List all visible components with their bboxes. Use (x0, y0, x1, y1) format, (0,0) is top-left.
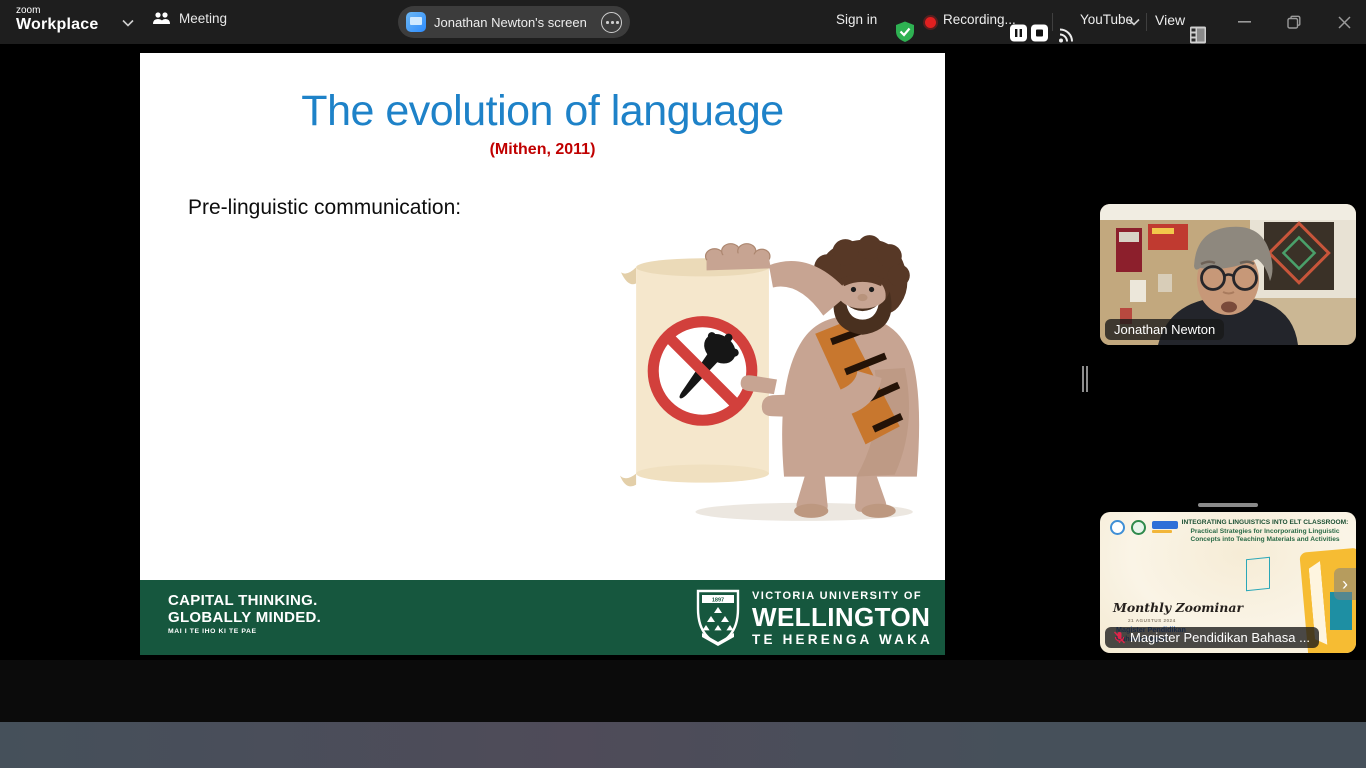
youtube-live-label[interactable]: YouTube (1080, 12, 1133, 56)
shared-screen-icon (406, 12, 426, 32)
poster-participant-name: Magister Pendidikan Bahasa ... (1130, 630, 1310, 645)
poster-script-title: Monthly Zoominar (1113, 600, 1243, 615)
poster-frame-shape (1246, 557, 1270, 592)
zoom-workplace-logo: zoom Workplace (16, 5, 98, 34)
restore-button[interactable] (1272, 0, 1316, 44)
footer-tagline-3: MAI I TE IHO KI TE PAE (168, 628, 257, 635)
tab-meeting[interactable]: Meeting (152, 11, 227, 26)
university-line-3: TE HERENGA WAKA (752, 631, 933, 648)
recording-status: Recording... (943, 12, 1016, 56)
footer-tagline-1: CAPITAL THINKING. (168, 592, 318, 609)
shared-screen-pill[interactable]: Jonathan Newton's screen (398, 6, 630, 38)
muted-mic-icon (1114, 631, 1125, 644)
pause-recording-icon[interactable] (1010, 11, 1027, 55)
program-logo-icon (1110, 520, 1125, 535)
next-videos-chevron[interactable]: › (1334, 568, 1356, 600)
workspace-chevron-down-icon[interactable] (122, 19, 134, 27)
filmstrip-drag-handle[interactable] (1198, 503, 1258, 507)
close-button[interactable] (1322, 0, 1366, 44)
poster-heading-1: INTEGRATING LINGUISTICS INTO ELT CLASSRO… (1181, 519, 1349, 528)
windows-taskbar: 1 Search (0, 722, 1366, 768)
speaker-name: Jonathan Newton (1114, 322, 1215, 337)
meeting-toolbar: Audio Video 100 Participants (0, 660, 1366, 722)
sign-in-button[interactable]: Sign in (836, 12, 877, 56)
presentation-slide: The evolution of language (Mithen, 2011)… (140, 53, 945, 655)
people-icon (152, 11, 171, 26)
stop-recording-icon[interactable] (1031, 11, 1048, 55)
university-line-2: WELLINGTON (752, 603, 933, 631)
speaker-video-thumbnail[interactable]: Jonathan Newton (1100, 204, 1356, 345)
panel-collapse-handle[interactable] (1082, 366, 1089, 392)
youtube-chevron-down-icon[interactable] (1128, 18, 1140, 26)
view-layout-icon[interactable] (1190, 13, 1206, 57)
meeting-tab-label: Meeting (179, 11, 227, 26)
meeting-top-bar: zoom Workplace Meeting Jonathan Newton's… (0, 0, 1366, 44)
poster-heading-2: Practical Strategies for Incorporating L… (1181, 528, 1349, 537)
poster-heading-3: Concepts into Teaching Materials and Act… (1181, 536, 1349, 545)
university-line-1: VICTORIA UNIVERSITY OF (752, 589, 933, 603)
live-stream-icon (1058, 13, 1075, 57)
recording-dot-icon (925, 17, 936, 28)
slide-citation: (Mithen, 2011) (140, 141, 945, 159)
view-button[interactable]: View (1155, 12, 1185, 56)
speaker-name-tag: Jonathan Newton (1105, 319, 1224, 340)
footer-tagline-2: GLOBALLY MINDED. (168, 609, 321, 626)
poster-name-tag: Magister Pendidikan Bahasa ... (1105, 627, 1319, 648)
kampus-merdeka-logo (1152, 521, 1178, 529)
brand-workplace: Workplace (16, 16, 98, 34)
shared-screen-options-icon[interactable] (601, 12, 622, 33)
security-shield-icon[interactable] (894, 10, 916, 54)
slide-footer: CAPITAL THINKING. GLOBALLY MINDED. MAI I… (140, 580, 945, 655)
caveman-illustration (618, 225, 940, 527)
shared-screen-label: Jonathan Newton's screen (434, 15, 593, 30)
slide-title: The evolution of language (140, 87, 945, 136)
kampus-merdeka-underline (1152, 530, 1172, 533)
zoom-meeting-window: zoom Workplace Meeting Jonathan Newton's… (0, 0, 1366, 768)
divider (1146, 13, 1147, 31)
university-wordmark: VICTORIA UNIVERSITY OF WELLINGTON TE HER… (752, 589, 933, 648)
divider (1052, 13, 1053, 31)
brand-zoom: zoom (16, 5, 98, 16)
poster-date: 21 AGUSTUS 2024 (1128, 618, 1176, 623)
slide-body-text: Pre-linguistic communication: (188, 196, 461, 220)
university-crest-icon: 1897 (695, 589, 741, 647)
poster-video-thumbnail[interactable]: INTEGRATING LINGUISTICS INTO ELT CLASSRO… (1100, 512, 1356, 653)
no-club-sign (653, 322, 752, 421)
minimize-button[interactable] (1222, 0, 1266, 44)
university-logo-icon (1131, 520, 1146, 535)
svg-text:1897: 1897 (712, 597, 724, 603)
